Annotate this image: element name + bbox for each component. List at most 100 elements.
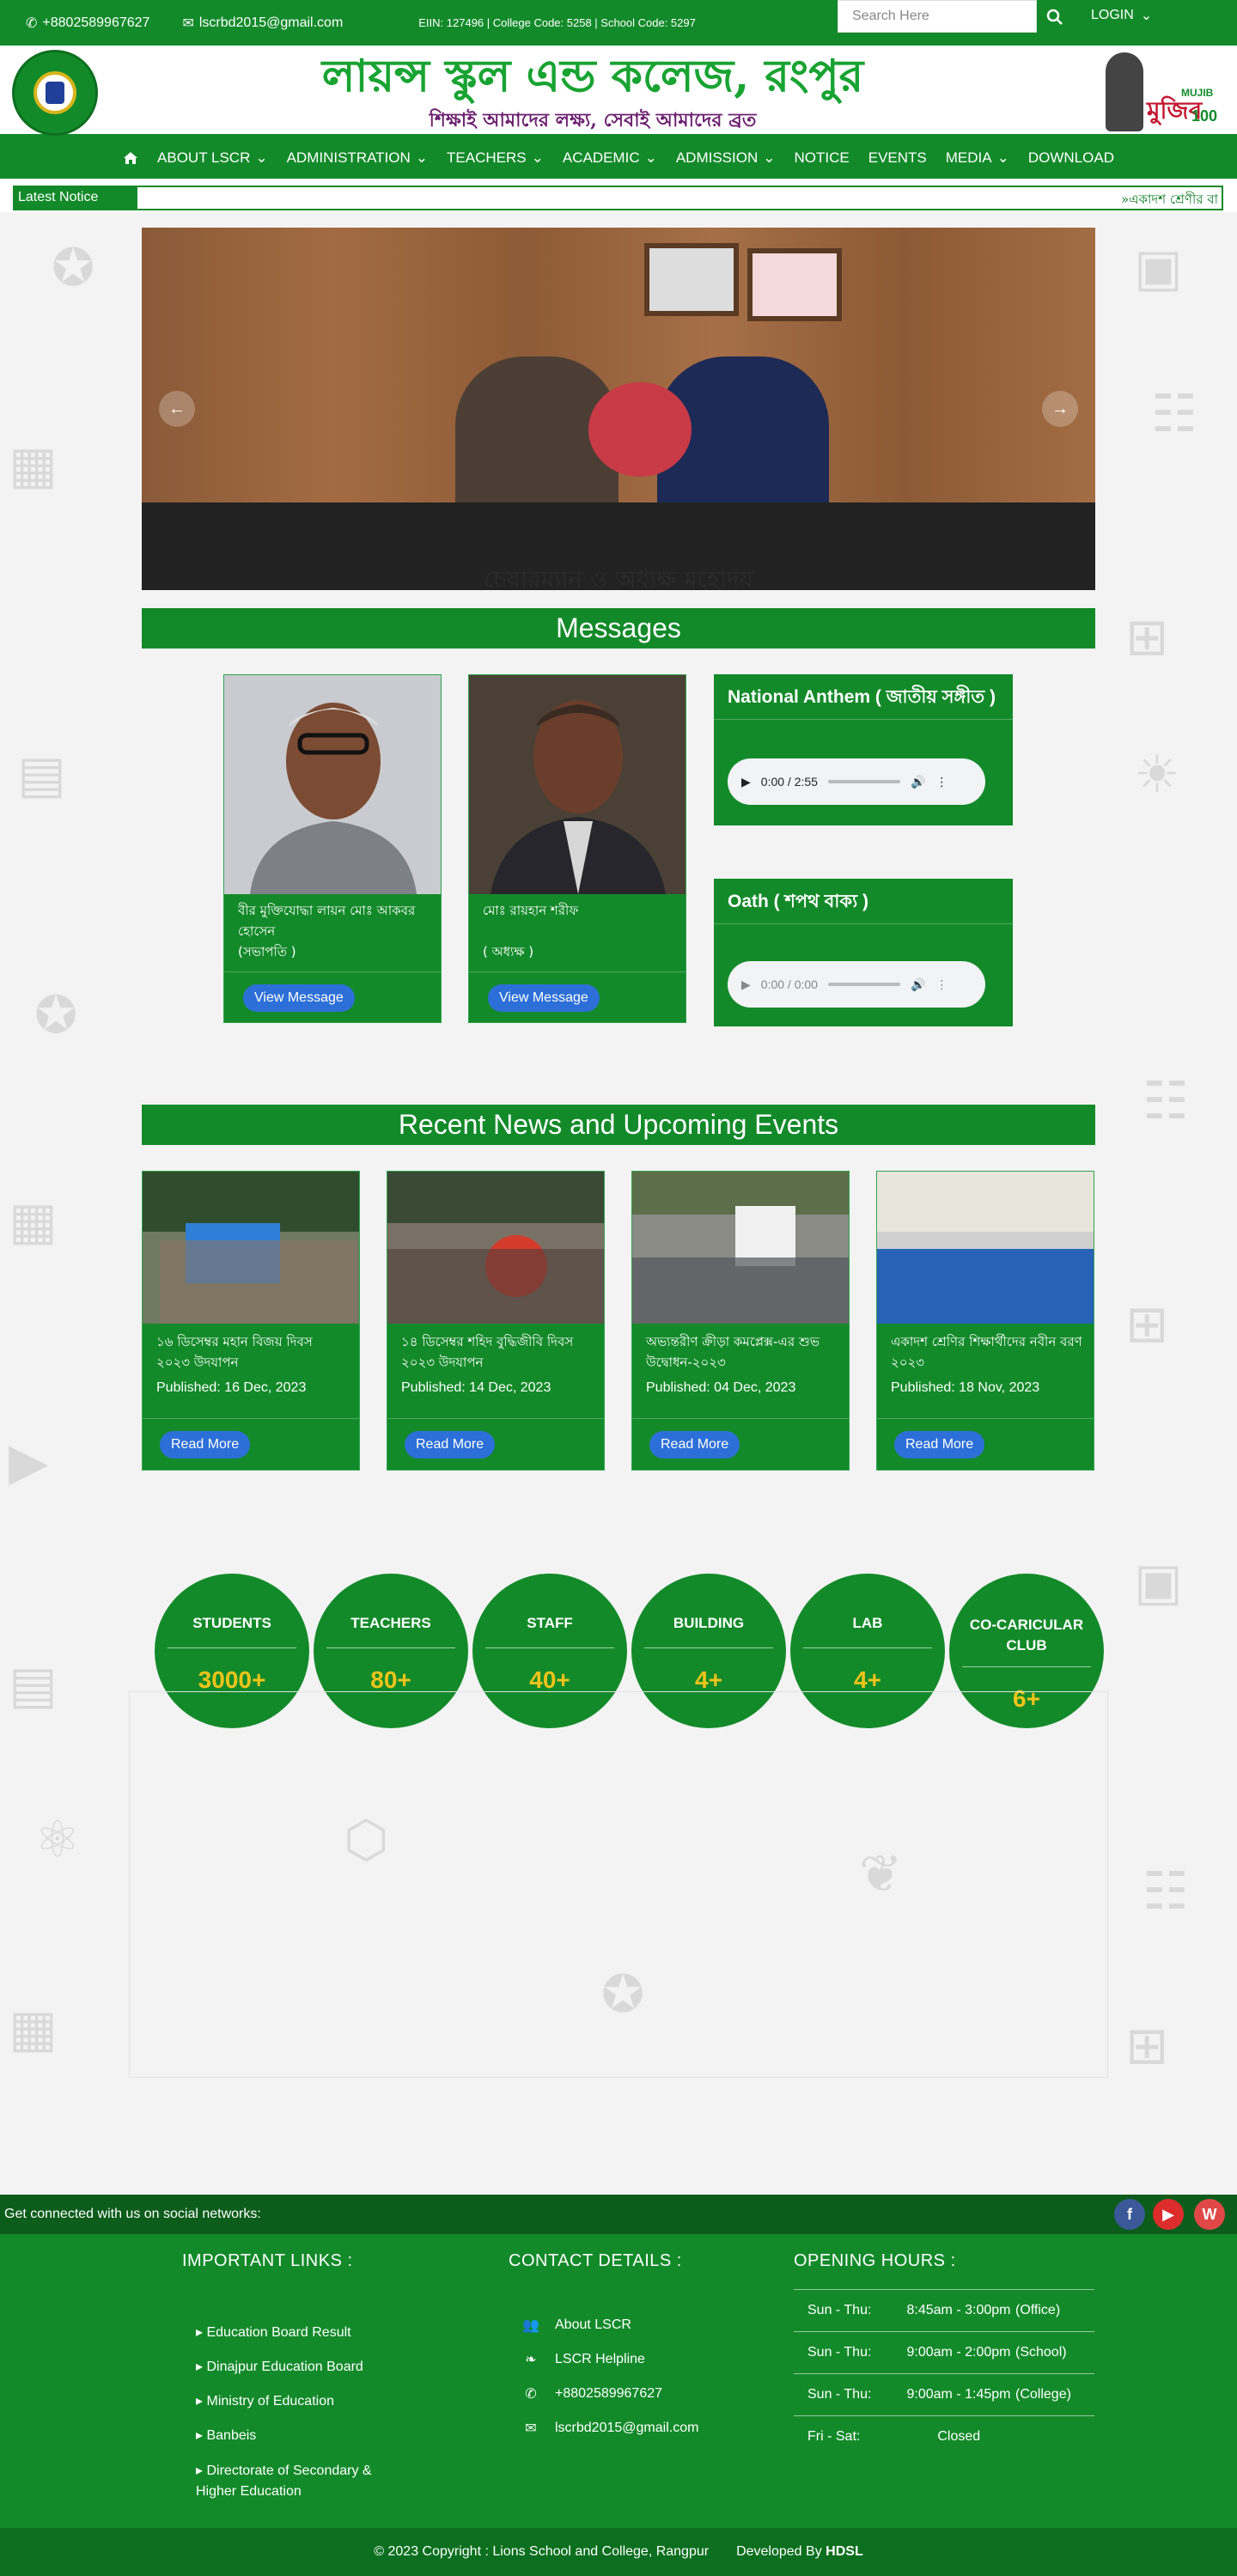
chevron-down-icon: ⌄	[531, 149, 544, 166]
volume-icon[interactable]: 🔊	[911, 977, 925, 992]
book-icon: ▤	[17, 745, 66, 805]
read-more-button[interactable]: Read More	[405, 1431, 496, 1459]
more-options-icon[interactable]: ⋮	[935, 977, 948, 992]
nav-admission[interactable]: ADMISSION ⌄	[667, 149, 785, 167]
chevron-down-icon: ⌄	[255, 149, 268, 166]
lightbulb-icon: ☀	[1134, 745, 1180, 805]
abacus-icon: ☷	[1143, 1861, 1189, 1921]
school-tagline: শিক্ষাই আমাদের লক্ষ্য, সেবাই আমাদের ব্রত	[429, 109, 757, 131]
main-content: ✪ ▣ ▦ ☷ ⊞ ▤ ☀ ✪ ☷ ▦ ⊞ ▶ ▣ ▤ ⚛ ☷ ▦ ✪ ⬡ ❦ …	[0, 212, 1237, 2195]
youtube-icon[interactable]: ▶	[1153, 2199, 1184, 2230]
notice-bar[interactable]: »একাদশ শ্রেণীর বা	[136, 186, 1223, 210]
message-card: মোঃ রায়হান শরীফ ( অধ্যক্ষ ) View Messag…	[468, 674, 686, 1023]
developer-link[interactable]: HDSL	[826, 2544, 863, 2559]
school-logo[interactable]	[12, 50, 98, 136]
principal-role: ( অধ্যক্ষ )	[483, 944, 534, 959]
wall-portrait	[747, 248, 842, 321]
links-title: IMPORTANT LINKS :	[182, 2251, 353, 2270]
phone-contact[interactable]: ✆ +8802589967627	[26, 15, 149, 32]
volume-icon[interactable]: 🔊	[911, 775, 925, 789]
stat-value: 40+	[529, 1666, 570, 1693]
contact-title: CONTACT DETAILS :	[509, 2251, 682, 2270]
link-banbeis[interactable]: ▸ Banbeis	[196, 2427, 256, 2444]
search-icon[interactable]	[1045, 7, 1065, 27]
hero-slider[interactable]: চেয়ারম্যান ও অধ্যক্ষ মহোদয় ← →	[142, 228, 1095, 590]
more-options-icon[interactable]: ⋮	[935, 775, 948, 789]
calculator-icon: ▦	[9, 1999, 58, 2059]
nav-notice[interactable]: NOTICE	[785, 149, 859, 167]
home-icon[interactable]	[113, 151, 148, 165]
facebook-icon[interactable]: f	[1114, 2199, 1145, 2230]
message-card: বীর মুক্তিযোদ্ধা লায়ন মোঃ আকবর হোসেন (স…	[223, 674, 442, 1023]
link-dinajpur-board[interactable]: ▸ Dinajpur Education Board	[196, 2358, 363, 2375]
email-contact[interactable]: ✉ lscrbd2015@gmail.com	[182, 15, 343, 32]
contact-helpline[interactable]: ❧ LSCR Helpline	[522, 2351, 645, 2368]
news-headline[interactable]: একাদশ শ্রেণির শিক্ষার্থীদের নবীন বরণ ২০২…	[891, 1331, 1083, 1373]
news-headline[interactable]: ১৬ ডিসেম্বর মহান বিজয় দিবস ২০২৩ উদযাপন	[156, 1331, 349, 1373]
play-icon[interactable]: ▶	[741, 775, 751, 789]
link-education-board-result[interactable]: ▸ Education Board Result	[196, 2323, 351, 2341]
news-image[interactable]	[877, 1172, 1094, 1324]
nav-events[interactable]: EVENTS	[859, 149, 936, 167]
latest-notice-label: Latest Notice	[13, 186, 136, 210]
embed-placeholder	[129, 1691, 1108, 2078]
envelope-icon: ✉	[182, 15, 194, 31]
arrow-left-icon[interactable]: ←	[159, 391, 195, 427]
view-message-button[interactable]: View Message	[243, 984, 355, 1012]
search-input[interactable]: Search Here	[838, 0, 1037, 33]
social-text: Get connected with us on social networks…	[4, 2207, 261, 2221]
news-date: Published: 04 Dec, 2023	[646, 1380, 796, 1395]
nav-media[interactable]: MEDIA ⌄	[936, 149, 1019, 167]
stat-value: 4+	[854, 1666, 881, 1693]
link-directorate[interactable]: ▸ Directorate of Secondary & Higher Educ…	[196, 2461, 402, 2502]
book-icon: ▤	[9, 1655, 58, 1715]
nav-download[interactable]: DOWNLOAD	[1019, 149, 1124, 167]
news-image[interactable]	[143, 1172, 359, 1324]
news-image[interactable]	[632, 1172, 849, 1324]
envelope-icon: ✉	[525, 2421, 537, 2436]
stat-label: TEACHERS	[350, 1615, 431, 1631]
stat-label: STAFF	[527, 1615, 573, 1631]
login-menu[interactable]: LOGIN ⌄	[1091, 7, 1152, 24]
stat-label: CO-CARICULAR CLUB	[969, 1617, 1084, 1653]
seek-bar[interactable]	[827, 983, 900, 986]
oath-box: Oath ( শপথ বাক্য ) ▶ 0:00 / 0:00 🔊 ⋮	[714, 879, 1013, 1026]
oath-audio-player[interactable]: ▶ 0:00 / 0:00 🔊 ⋮	[728, 961, 985, 1008]
anthem-audio-player[interactable]: ▶ 0:00 / 2:55 🔊 ⋮	[728, 758, 985, 805]
chevron-down-icon: ⌄	[1140, 9, 1153, 23]
play-icon[interactable]: ▶	[741, 977, 751, 992]
link-ministry-of-education[interactable]: ▸ Ministry of Education	[196, 2392, 334, 2409]
contact-email[interactable]: ✉ lscrbd2015@gmail.com	[522, 2420, 698, 2437]
nav-about[interactable]: ABOUT LSCR ⌄	[148, 149, 277, 167]
notice-ticker: Latest Notice »একাদশ শ্রেণীর বা	[0, 179, 1237, 212]
news-headline[interactable]: অভ্যন্তরীণ ক্রীড়া কমপ্লেক্স-এর শুভ উদ্ব…	[646, 1331, 838, 1373]
notice-text[interactable]: একাদশ শ্রেণীর বা	[1129, 192, 1218, 207]
seek-bar[interactable]	[827, 780, 900, 783]
abc-blocks-icon: ▣	[1134, 238, 1183, 298]
read-more-button[interactable]: Read More	[160, 1431, 251, 1459]
opening-hours-table: Sun - Thu: 8:45am - 3:00pm (Office) Sun - …	[794, 2289, 1094, 2457]
compass-icon: ✪	[34, 985, 78, 1045]
caret-right-icon: ▸	[196, 2360, 204, 2374]
news-date: Published: 18 Nov, 2023	[891, 1380, 1040, 1395]
news-image[interactable]	[387, 1172, 604, 1324]
nav-academic[interactable]: ACADEMIC ⌄	[553, 149, 667, 167]
principal-photo	[469, 675, 686, 894]
news-card: একাদশ শ্রেণির শিক্ষার্থীদের নবীন বরণ ২০২…	[876, 1171, 1094, 1471]
website-icon[interactable]: W	[1194, 2199, 1225, 2230]
contact-about[interactable]: 👥 About LSCR	[522, 2317, 631, 2334]
nav-administration[interactable]: ADMINISTRATION ⌄	[277, 149, 437, 167]
contact-phone[interactable]: ✆ +8802589967627	[522, 2385, 662, 2402]
abacus-icon: ☷	[1143, 1071, 1189, 1131]
arrow-right-icon[interactable]: →	[1042, 391, 1078, 427]
read-more-button[interactable]: Read More	[649, 1431, 740, 1459]
view-message-button[interactable]: View Message	[488, 984, 600, 1012]
news-headline[interactable]: ১৪ ডিসেম্বর শহিদ বুদ্ধিজীবি দিবস ২০২৩ উদ…	[401, 1331, 594, 1373]
main-nav: ABOUT LSCR ⌄ ADMINISTRATION ⌄ TEACHERS ⌄ AC…	[0, 137, 1237, 179]
calculator-keys-icon: ⊞	[1125, 2016, 1169, 2076]
nav-teachers[interactable]: TEACHERS ⌄	[437, 149, 553, 167]
phone-icon: ✆	[26, 15, 38, 31]
audio-time: 0:00 / 0:00	[760, 977, 818, 991]
read-more-button[interactable]: Read More	[894, 1431, 985, 1459]
slide-caption: চেয়ারম্যান ও অধ্যক্ষ মহোদয়	[484, 565, 753, 590]
